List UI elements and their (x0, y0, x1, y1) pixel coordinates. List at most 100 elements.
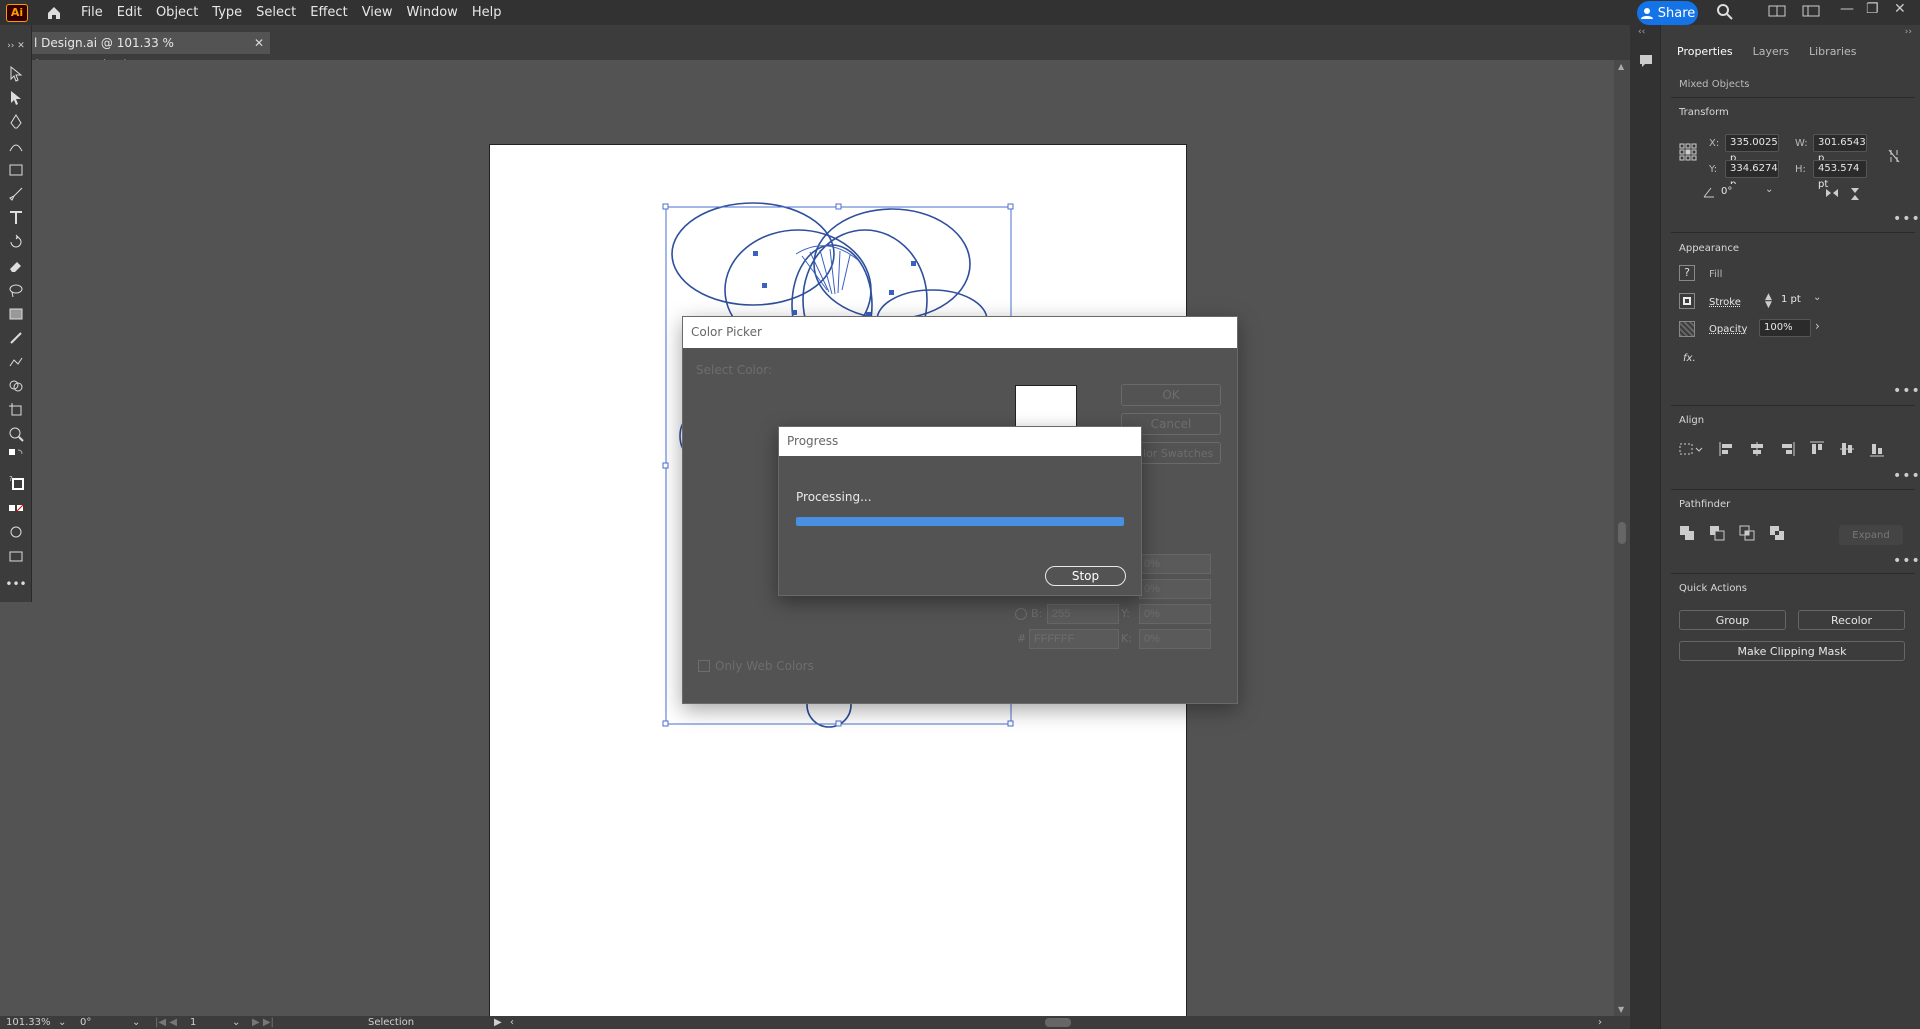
m-field[interactable] (1139, 579, 1211, 599)
home-button[interactable] (44, 3, 64, 23)
b-field[interactable] (1047, 604, 1119, 624)
artboard-tool[interactable] (5, 399, 27, 421)
align-top-icon[interactable] (1809, 441, 1825, 457)
bbox-handle[interactable] (662, 462, 669, 469)
panel-collapse-button[interactable]: ›› ✕ (5, 35, 27, 57)
constrain-proportions-icon[interactable] (1887, 148, 1901, 164)
bbox-handle[interactable] (835, 203, 842, 210)
comments-button[interactable] (1638, 53, 1654, 72)
bbox-handle[interactable] (662, 203, 669, 210)
arrange-documents-button[interactable] (1802, 3, 1820, 22)
angle-field[interactable]: 0° (1717, 184, 1755, 202)
reference-point-icon[interactable] (1679, 143, 1697, 161)
hex-field[interactable] (1029, 629, 1119, 649)
align-bottom-icon[interactable] (1869, 441, 1885, 457)
stroke-stepper-icon[interactable]: ▲ ▼ (1765, 293, 1772, 310)
flip-horizontal-icon[interactable] (1825, 187, 1839, 199)
h-field[interactable]: 453.574 pt (1813, 160, 1867, 190)
edit-toolbar-button[interactable]: ••• (5, 573, 27, 595)
artboard-dropdown-icon[interactable]: ⌄ (232, 1016, 240, 1029)
y-field[interactable] (1139, 604, 1211, 624)
share-button[interactable]: Share (1637, 1, 1698, 25)
recolor-button[interactable]: Recolor (1798, 610, 1905, 630)
rectangle-tool[interactable] (5, 159, 27, 181)
bbox-handle[interactable] (1007, 203, 1014, 210)
workspace-button[interactable] (1768, 3, 1786, 22)
document-tab[interactable]: l Design.ai @ 101.33 % (CMYK/Preview) ✕ (30, 32, 270, 72)
stroke-weight-field[interactable]: 1 pt (1777, 292, 1809, 310)
opacity-arrow-icon[interactable]: › (1815, 319, 1820, 333)
expand-panels-icon[interactable]: ›› (1905, 27, 1912, 37)
tab-layers[interactable]: Layers (1743, 41, 1799, 63)
appearance-more-icon[interactable]: ••• (1893, 383, 1920, 399)
close-tab-icon[interactable]: ✕ (254, 32, 264, 54)
opacity-field[interactable]: 100% (1759, 319, 1811, 337)
effects-button[interactable]: fx. (1683, 353, 1696, 364)
menu-object[interactable]: Object (149, 0, 205, 25)
artboard-number[interactable]: 1 (190, 1016, 196, 1029)
artboard-nav-first-icon[interactable]: |◀ ◀ (155, 1016, 177, 1029)
group-button[interactable]: Group (1679, 610, 1786, 630)
anchor-point[interactable] (889, 290, 894, 295)
stroke-label[interactable]: Stroke (1709, 297, 1741, 308)
k-field[interactable] (1139, 629, 1211, 649)
eyedropper-tool[interactable] (5, 327, 27, 349)
stop-button[interactable]: Stop (1045, 566, 1126, 586)
zoom-dropdown-icon[interactable]: ⌄ (58, 1016, 66, 1029)
anchor-point[interactable] (753, 251, 758, 256)
w-field[interactable]: 301.6543 p (1813, 134, 1867, 164)
rotation-dropdown-icon[interactable]: ⌄ (132, 1016, 140, 1029)
direct-selection-tool[interactable] (5, 87, 27, 109)
zoom-level[interactable]: 101.33% (6, 1016, 51, 1029)
align-right-icon[interactable] (1779, 441, 1795, 457)
expand-button[interactable]: Expand (1839, 525, 1903, 545)
restore-icon[interactable]: ❐ (1866, 1, 1879, 17)
close-window-icon[interactable]: ✕ (1894, 1, 1906, 17)
selection-tool[interactable] (5, 63, 27, 85)
status-menu-icon[interactable]: ▶ (494, 1016, 502, 1029)
menu-select[interactable]: Select (249, 0, 303, 25)
exclude-icon[interactable] (1769, 525, 1785, 541)
zoom-tool[interactable] (5, 423, 27, 445)
fill-stroke-swap[interactable] (5, 445, 27, 467)
transform-more-icon[interactable]: ••• (1893, 211, 1920, 227)
menu-effect[interactable]: Effect (303, 0, 354, 25)
anchor-point[interactable] (911, 261, 916, 266)
shape-builder-tool[interactable] (5, 375, 27, 397)
collapse-panels-icon[interactable]: ‹‹ (1638, 27, 1645, 37)
bbox-handle[interactable] (835, 720, 842, 727)
type-tool[interactable] (5, 207, 27, 229)
scroll-right-icon[interactable]: › (1598, 1016, 1602, 1029)
scroll-down-icon[interactable]: ▼ (1618, 1005, 1624, 1014)
menu-edit[interactable]: Edit (110, 0, 149, 25)
align-middle-icon[interactable] (1839, 441, 1855, 457)
eraser-tool[interactable] (5, 255, 27, 277)
vertical-scroll-thumb[interactable] (1618, 522, 1626, 544)
bbox-handle[interactable] (1007, 720, 1014, 727)
draw-mode-button[interactable] (5, 521, 27, 543)
color-mode-buttons[interactable] (5, 497, 27, 519)
screen-mode-button[interactable] (5, 545, 27, 567)
minus-front-icon[interactable] (1709, 525, 1725, 541)
paintbrush-tool[interactable] (5, 183, 27, 205)
puppet-warp-tool[interactable] (5, 351, 27, 373)
align-to-icon[interactable] (1679, 441, 1703, 457)
anchor-point[interactable] (792, 310, 797, 315)
menu-help[interactable]: Help (465, 0, 509, 25)
opacity-swatch[interactable] (1679, 321, 1695, 337)
align-more-icon[interactable]: ••• (1893, 468, 1920, 484)
tab-properties[interactable]: Properties (1667, 41, 1743, 63)
rotation-value[interactable]: 0° (80, 1016, 91, 1029)
fill-swatch[interactable]: ? (1679, 265, 1695, 281)
pathfinder-more-icon[interactable]: ••• (1893, 553, 1920, 569)
minimize-icon[interactable]: — (1840, 1, 1854, 17)
shape-fan[interactable] (795, 245, 859, 295)
c-field[interactable] (1139, 554, 1211, 574)
search-button[interactable] (1716, 3, 1734, 24)
opacity-label[interactable]: Opacity (1709, 324, 1747, 335)
y-field[interactable]: 334.6274 p (1725, 160, 1779, 190)
align-left-icon[interactable] (1719, 441, 1735, 457)
b-radio[interactable] (1015, 608, 1027, 620)
intersect-icon[interactable] (1739, 525, 1755, 541)
bbox-handle[interactable] (662, 720, 669, 727)
